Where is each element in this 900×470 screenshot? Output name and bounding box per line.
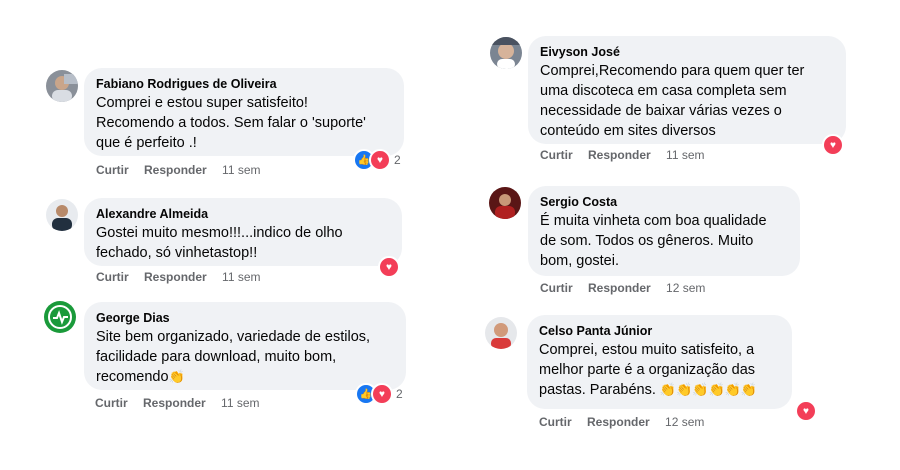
comment-text: Site bem organizado, variedade de estilo…: [96, 329, 371, 385]
timestamp[interactable]: 12 sem: [665, 415, 704, 429]
comment-author[interactable]: Sergio Costa: [540, 194, 788, 210]
heart-icon: ♥: [822, 134, 844, 156]
comment-author[interactable]: Eivyson José: [540, 44, 834, 60]
like-link[interactable]: Curtir: [540, 281, 573, 295]
comment-bubble: Eivyson José Comprei,Recomendo para quem…: [528, 36, 846, 144]
reactions[interactable]: ♥: [795, 400, 817, 422]
timestamp[interactable]: 12 sem: [666, 281, 705, 295]
like-link[interactable]: Curtir: [96, 270, 129, 284]
reply-link[interactable]: Responder: [144, 163, 207, 177]
reactions[interactable]: ♥: [822, 134, 844, 156]
comment-text: Comprei,Recomendo para quem quer ter uma…: [540, 63, 805, 139]
avatar[interactable]: [46, 199, 78, 231]
comment-actions: Curtir Responder 12 sem: [539, 415, 716, 429]
comment-author[interactable]: George Dias: [96, 310, 394, 326]
heart-icon: ♥: [369, 149, 391, 171]
comment-text: Comprei e estou super satisfeito! Recome…: [96, 95, 366, 151]
comment-actions: Curtir Responder 11 sem: [96, 270, 273, 284]
comment-bubble: Celso Panta Júnior Comprei, estou muito …: [527, 315, 792, 409]
timestamp[interactable]: 11 sem: [666, 148, 704, 162]
heart-icon: ♥: [378, 256, 400, 278]
comment-actions: Curtir Responder 11 sem: [95, 396, 272, 410]
timestamp[interactable]: 11 sem: [222, 270, 260, 284]
comment-text: Comprei, estou muito satisfeito, a melho…: [539, 342, 758, 398]
avatar[interactable]: [490, 37, 522, 69]
comment-bubble: Fabiano Rodrigues de Oliveira Comprei e …: [84, 68, 404, 156]
reply-link[interactable]: Responder: [144, 270, 207, 284]
comment-actions: Curtir Responder 11 sem: [96, 163, 273, 177]
reaction-count: 2: [394, 153, 401, 167]
like-link[interactable]: Curtir: [95, 396, 128, 410]
timestamp[interactable]: 11 sem: [222, 163, 260, 177]
comment-bubble: Alexandre Almeida Gostei muito mesmo!!!.…: [84, 198, 402, 266]
clapping-hands-icon: 👏👏👏👏👏👏: [659, 382, 758, 397]
heart-icon: ♥: [795, 400, 817, 422]
avatar[interactable]: [485, 317, 517, 349]
avatar[interactable]: [489, 187, 521, 219]
reply-link[interactable]: Responder: [588, 148, 651, 162]
comment-author[interactable]: Alexandre Almeida: [96, 206, 390, 222]
clapping-hands-icon: 👏: [168, 369, 185, 384]
reply-link[interactable]: Responder: [588, 281, 651, 295]
avatar[interactable]: [44, 301, 76, 333]
comment-bubble: Sergio Costa É muita vinheta com boa qua…: [528, 186, 800, 276]
timestamp[interactable]: 11 sem: [221, 396, 259, 410]
comment-actions: Curtir Responder 11 sem: [540, 148, 717, 162]
comment-author[interactable]: Celso Panta Júnior: [539, 323, 780, 339]
comment-actions: Curtir Responder 12 sem: [540, 281, 717, 295]
reactions[interactable]: 👍 ♥ 2: [353, 149, 401, 171]
reaction-count: 2: [396, 387, 403, 401]
like-link[interactable]: Curtir: [539, 415, 572, 429]
avatar[interactable]: [46, 70, 78, 102]
comment-text: É muita vinheta com boa qualidade de som…: [540, 213, 767, 269]
reactions[interactable]: 👍 ♥ 2: [355, 383, 403, 405]
comment-text: Gostei muito mesmo!!!...indico de olho f…: [96, 225, 343, 261]
comment-bubble: George Dias Site bem organizado, varieda…: [84, 302, 406, 390]
reply-link[interactable]: Responder: [587, 415, 650, 429]
comment-author[interactable]: Fabiano Rodrigues de Oliveira: [96, 76, 392, 92]
reactions[interactable]: ♥: [378, 256, 400, 278]
like-link[interactable]: Curtir: [96, 163, 129, 177]
like-link[interactable]: Curtir: [540, 148, 573, 162]
reply-link[interactable]: Responder: [143, 396, 206, 410]
heart-icon: ♥: [371, 383, 393, 405]
